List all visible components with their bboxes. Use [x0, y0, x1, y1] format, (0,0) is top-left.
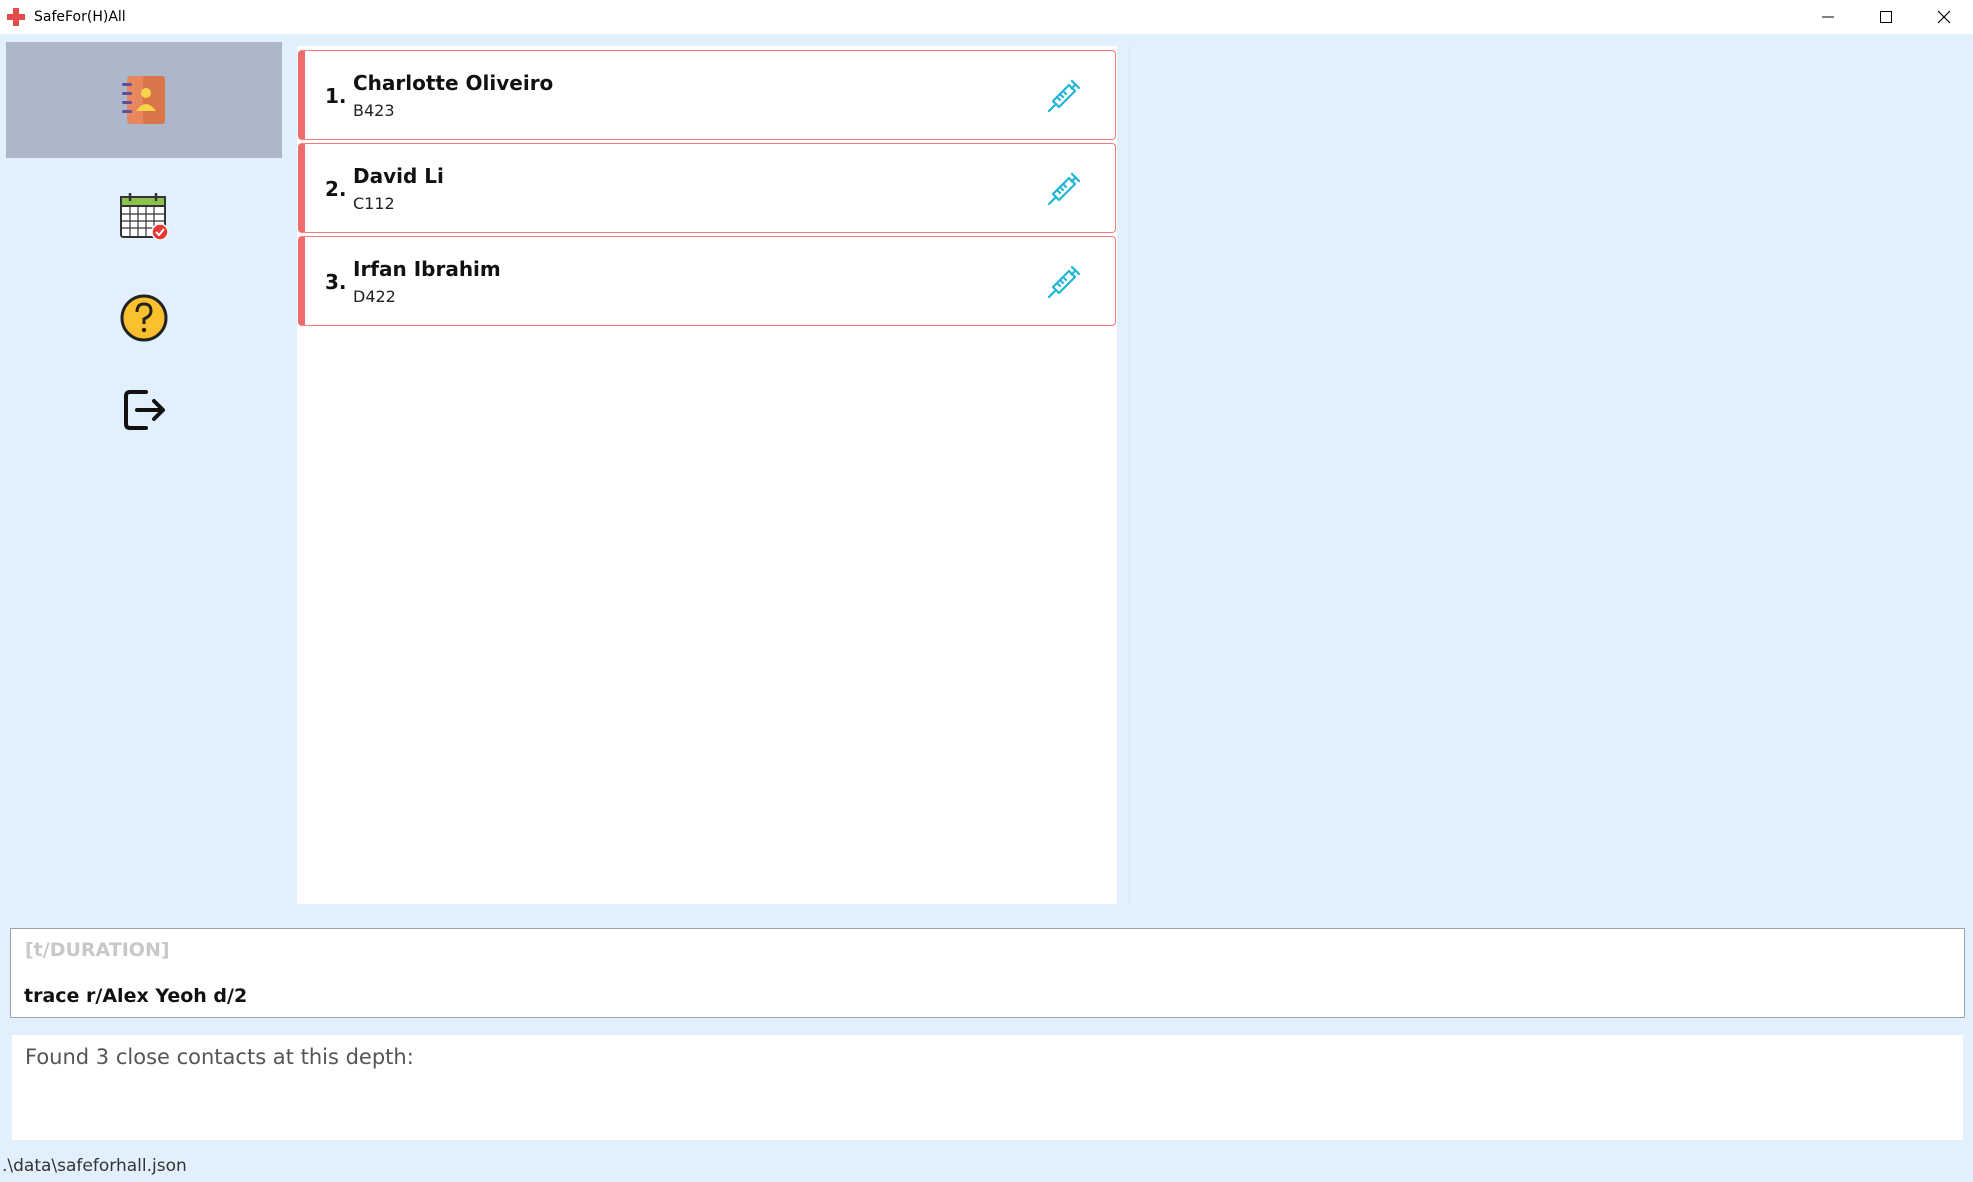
close-button[interactable]: [1915, 0, 1973, 34]
window-title: SafeFor(H)All: [34, 9, 126, 25]
sidebar-item-exit[interactable]: [6, 352, 282, 468]
minimize-icon: [1822, 16, 1834, 18]
question-icon: [120, 294, 168, 342]
status-bar: .\data\safeforhall.json: [0, 1150, 1973, 1182]
command-hint: [t/DURATION]: [25, 939, 170, 961]
sidebar: [0, 34, 290, 914]
resident-list[interactable]: 1. Charlotte Oliveiro B423 2. David Li C…: [297, 46, 1117, 904]
panel-divider: [1128, 46, 1130, 904]
maximize-button[interactable]: [1857, 0, 1915, 34]
sidebar-item-events[interactable]: [6, 158, 282, 274]
resident-index: 3.: [325, 270, 347, 294]
app-logo-icon: [7, 8, 25, 26]
window-controls: [1799, 0, 1973, 34]
close-icon: [1937, 10, 1951, 24]
resident-card[interactable]: 3. Irfan Ibrahim D422: [298, 236, 1116, 326]
resident-index: 2.: [325, 177, 347, 201]
resident-room: B423: [353, 101, 395, 120]
resident-card[interactable]: 2. David Li C112: [298, 143, 1116, 233]
resident-card[interactable]: 1. Charlotte Oliveiro B423: [298, 50, 1116, 140]
minimize-button[interactable]: [1799, 0, 1857, 34]
syringe-icon: [1047, 265, 1081, 299]
title-bar: SafeFor(H)All: [0, 0, 1973, 34]
maximize-icon: [1880, 11, 1892, 23]
resident-name: Charlotte Oliveiro: [353, 71, 554, 95]
syringe-icon: [1047, 79, 1081, 113]
calendar-icon: [120, 193, 169, 241]
command-box[interactable]: [t/DURATION]: [10, 928, 1965, 1018]
resident-name: David Li: [353, 164, 444, 188]
result-message: Found 3 close contacts at this depth:: [25, 1045, 414, 1069]
sidebar-item-contacts[interactable]: [6, 42, 282, 158]
command-input[interactable]: [24, 982, 1924, 1010]
address-book-icon: [122, 76, 165, 124]
resident-room: C112: [353, 194, 395, 213]
resident-room: D422: [353, 287, 396, 306]
result-display: Found 3 close contacts at this depth:: [12, 1035, 1963, 1140]
data-file-path: .\data\safeforhall.json: [2, 1156, 187, 1176]
exit-icon: [124, 390, 165, 430]
resident-name: Irfan Ibrahim: [353, 257, 501, 281]
syringe-icon: [1047, 172, 1081, 206]
resident-index: 1.: [325, 84, 347, 108]
